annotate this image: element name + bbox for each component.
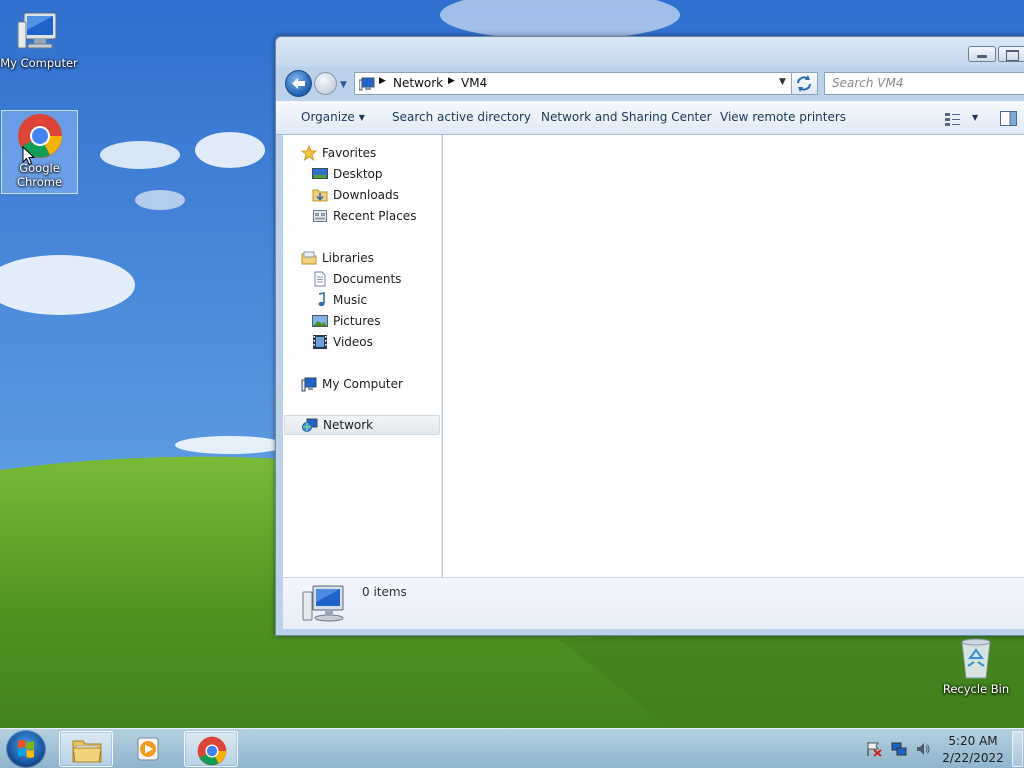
start-button[interactable] [6, 730, 46, 768]
organize-label: Organize [301, 110, 355, 124]
nav-item-label: Favorites [322, 146, 377, 160]
volume-speaker-icon[interactable] [915, 741, 931, 757]
action-center-flag-icon[interactable] [866, 741, 882, 757]
nav-item-label: Downloads [333, 188, 399, 202]
videos-filmstrip-icon [313, 335, 327, 349]
nav-item-label: My Computer [322, 377, 403, 391]
computer-icon [301, 377, 317, 392]
nav-item-label: Music [333, 293, 368, 307]
media-player-icon [137, 737, 159, 761]
change-view-button[interactable]: ▼ [944, 111, 978, 127]
nav-item-recent-places[interactable]: Recent Places [312, 206, 416, 226]
network-location-icon [359, 77, 375, 91]
network-computer-icon [302, 585, 344, 622]
network-globe-icon [302, 418, 318, 432]
search-active-directory-button[interactable]: Search active directory [392, 110, 531, 124]
address-bar[interactable]: ▶ Network ▶ VM4 ▼ [354, 72, 792, 95]
recycle-bin-icon [961, 638, 991, 679]
network-tray-icon[interactable] [891, 741, 907, 757]
nav-item-downloads[interactable]: Downloads [312, 185, 399, 205]
nav-item-label: Pictures [333, 314, 381, 328]
forward-button[interactable] [314, 72, 337, 95]
nav-item-libraries[interactable]: Libraries [301, 248, 374, 268]
windows-logo-icon [18, 740, 34, 758]
chevron-down-icon: ▼ [972, 113, 979, 122]
nav-item-videos[interactable]: Videos [312, 332, 373, 352]
breadcrumb-vm4[interactable]: VM4 [461, 76, 487, 90]
command-bar: Organize ▼ Search active directory Networ… [276, 101, 1024, 135]
computer-icon [17, 12, 57, 49]
details-pane: 0 items [283, 577, 1024, 629]
network-sharing-center-button[interactable]: Network and Sharing Center [541, 110, 712, 124]
pictures-icon [312, 315, 328, 327]
nav-item-favorites[interactable]: Favorites [301, 143, 376, 163]
breadcrumb-chevron-icon[interactable]: ▶ [379, 76, 386, 86]
desktop-icon-label: My Computer [0, 56, 78, 70]
nav-item-network[interactable]: Network [284, 415, 440, 435]
address-row: ▼ ▶ Network ▶ VM4 ▼ Search VM4 [276, 67, 1024, 101]
navigation-pane[interactable]: Favorites Desktop Downloads Recent Place… [283, 135, 442, 577]
nav-item-label: Libraries [322, 251, 374, 265]
taskbar-explorer-button[interactable] [59, 731, 113, 767]
desktop-icon-recycle-bin[interactable]: Recycle Bin [936, 634, 1016, 699]
minimize-button[interactable] [968, 46, 996, 62]
chevron-down-icon: ▼ [358, 113, 365, 122]
taskbar: 5:20 AM 2/22/2022 [0, 728, 1024, 768]
music-note-icon [318, 292, 325, 307]
nav-item-desktop[interactable]: Desktop [312, 164, 383, 184]
nav-item-label: Desktop [333, 167, 383, 181]
documents-icon [314, 271, 326, 287]
view-options-icon [945, 113, 960, 126]
maximize-button[interactable] [998, 46, 1024, 62]
chrome-icon [197, 736, 227, 766]
nav-item-my-computer[interactable]: My Computer [301, 374, 403, 394]
clock-date[interactable]: 2/22/2022 [938, 751, 1008, 766]
libraries-icon [301, 251, 317, 265]
desktop-icon-google-chrome[interactable]: Google Chrome [1, 110, 78, 194]
item-count-label: 0 items [362, 585, 407, 599]
search-input[interactable]: Search VM4 [824, 72, 1024, 95]
view-remote-printers-button[interactable]: View remote printers [720, 110, 846, 124]
nav-item-documents[interactable]: Documents [312, 269, 401, 289]
nav-item-label: Documents [333, 272, 402, 286]
explorer-window[interactable]: ▼ ▶ Network ▶ VM4 ▼ Search VM4 Organize … [275, 36, 1024, 636]
history-dropdown-icon[interactable]: ▼ [340, 80, 350, 90]
star-icon [301, 145, 317, 161]
breadcrumb-network[interactable]: Network [393, 76, 443, 90]
nav-item-label: Videos [333, 335, 373, 349]
breadcrumb-chevron-icon[interactable]: ▶ [448, 76, 455, 86]
nav-item-label: Recent Places [333, 209, 417, 223]
window-titlebar[interactable] [276, 37, 1024, 67]
folder-icon [72, 740, 102, 763]
preview-pane-button[interactable] [1000, 111, 1017, 129]
nav-item-pictures[interactable]: Pictures [312, 311, 381, 331]
taskbar-media-player-button[interactable] [121, 731, 175, 767]
file-list-area[interactable] [443, 135, 1024, 577]
mouse-cursor-icon [22, 146, 36, 166]
show-desktop-button[interactable] [1012, 731, 1023, 767]
nav-item-music[interactable]: Music [312, 290, 367, 310]
preview-pane-icon [1000, 111, 1017, 126]
downloads-folder-icon [312, 189, 328, 202]
taskbar-chrome-button[interactable] [184, 731, 238, 767]
desktop-icon-my-computer[interactable]: My Computer [0, 8, 78, 73]
recent-places-icon [313, 210, 327, 222]
nav-item-label: Network [323, 418, 374, 432]
refresh-button[interactable] [792, 72, 818, 95]
organize-menu-button[interactable]: Organize ▼ [301, 110, 365, 124]
desktop-icon [312, 168, 328, 179]
back-button[interactable] [285, 70, 312, 97]
desktop-icon-label: Recycle Bin [942, 682, 1010, 696]
clock-time[interactable]: 5:20 AM [938, 734, 1008, 749]
refresh-icon [797, 75, 811, 92]
address-dropdown-icon[interactable]: ▼ [779, 77, 786, 87]
arrow-left-icon [292, 78, 305, 89]
